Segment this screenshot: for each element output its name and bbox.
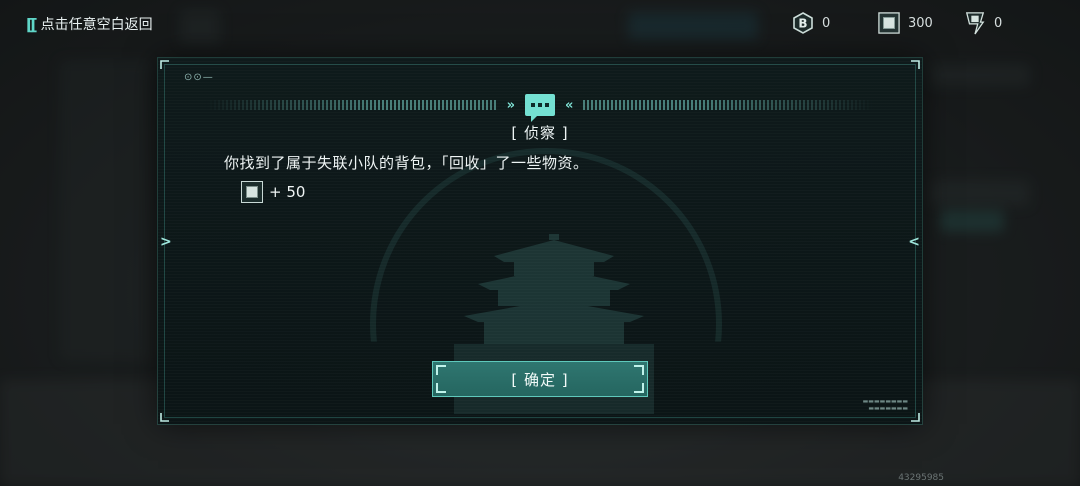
hatch-decoration [583, 100, 874, 110]
ticket-icon [964, 12, 986, 35]
user-id: 43295985 [898, 473, 944, 483]
hatch-decoration [206, 100, 497, 110]
dialog-title: [ 侦察 ] [511, 124, 569, 142]
corner-bracket-icon [911, 60, 920, 69]
reward-item: + 50 [241, 181, 305, 203]
chevron-left-icon: « [565, 97, 574, 113]
chat-bubble-icon [525, 94, 555, 122]
back-hint-label: 点击任意空白返回 [40, 17, 153, 33]
resource-bar: B 0 300 0 [792, 8, 1050, 38]
button-corner-decoration [436, 383, 446, 393]
event-dialog: ⊙⊙— » « [ 侦察 ] 你找到了属于失联小队的背包，「回收」了一些物资。 … [158, 58, 922, 424]
supply-crate-icon [878, 12, 900, 34]
button-corner-decoration [634, 383, 644, 393]
side-arrow-left-icon: < [908, 234, 920, 250]
back-hint-button[interactable]: [[ 点击任意空白返回 [26, 14, 153, 34]
button-corner-decoration [436, 365, 446, 375]
side-arrow-right-icon: > [160, 234, 172, 250]
dialog-header-band: » « [206, 94, 874, 122]
resource-value: 300 [908, 15, 933, 31]
confirm-button-label: [ 确定 ] [511, 370, 569, 389]
svg-text:B: B [798, 17, 807, 31]
supply-crate-icon [241, 181, 263, 203]
barcode-decoration: ▬▬▬▬▬▬▬▬ ▬▬▬▬▬▬▬ [862, 398, 908, 412]
confirm-button[interactable]: [ 确定 ] [432, 361, 648, 397]
corner-bracket-icon [160, 60, 169, 69]
reward-amount: + 50 [269, 183, 306, 201]
resource-item[interactable]: 0 [964, 8, 1050, 38]
corner-bracket-icon [160, 413, 169, 422]
corner-bracket-icon [911, 413, 920, 422]
status-dots-icon: ⊙⊙— [184, 72, 214, 83]
double-bracket-icon: [[ [26, 14, 38, 34]
resource-value: 0 [994, 15, 1003, 31]
resource-value: 0 [822, 15, 831, 31]
resource-item[interactable]: 300 [878, 8, 964, 38]
currency-b-icon: B [792, 12, 814, 34]
button-corner-decoration [634, 365, 644, 375]
dialog-message: 你找到了属于失联小队的背包，「回收」了一些物资。 [224, 154, 589, 172]
chevron-right-icon: » [506, 97, 515, 113]
game-screen[interactable]: [[ 点击任意空白返回 B 0 300 0 ⊙⊙— » « [侦察] 你找到… [0, 0, 1080, 486]
resource-item[interactable]: B 0 [792, 8, 878, 38]
